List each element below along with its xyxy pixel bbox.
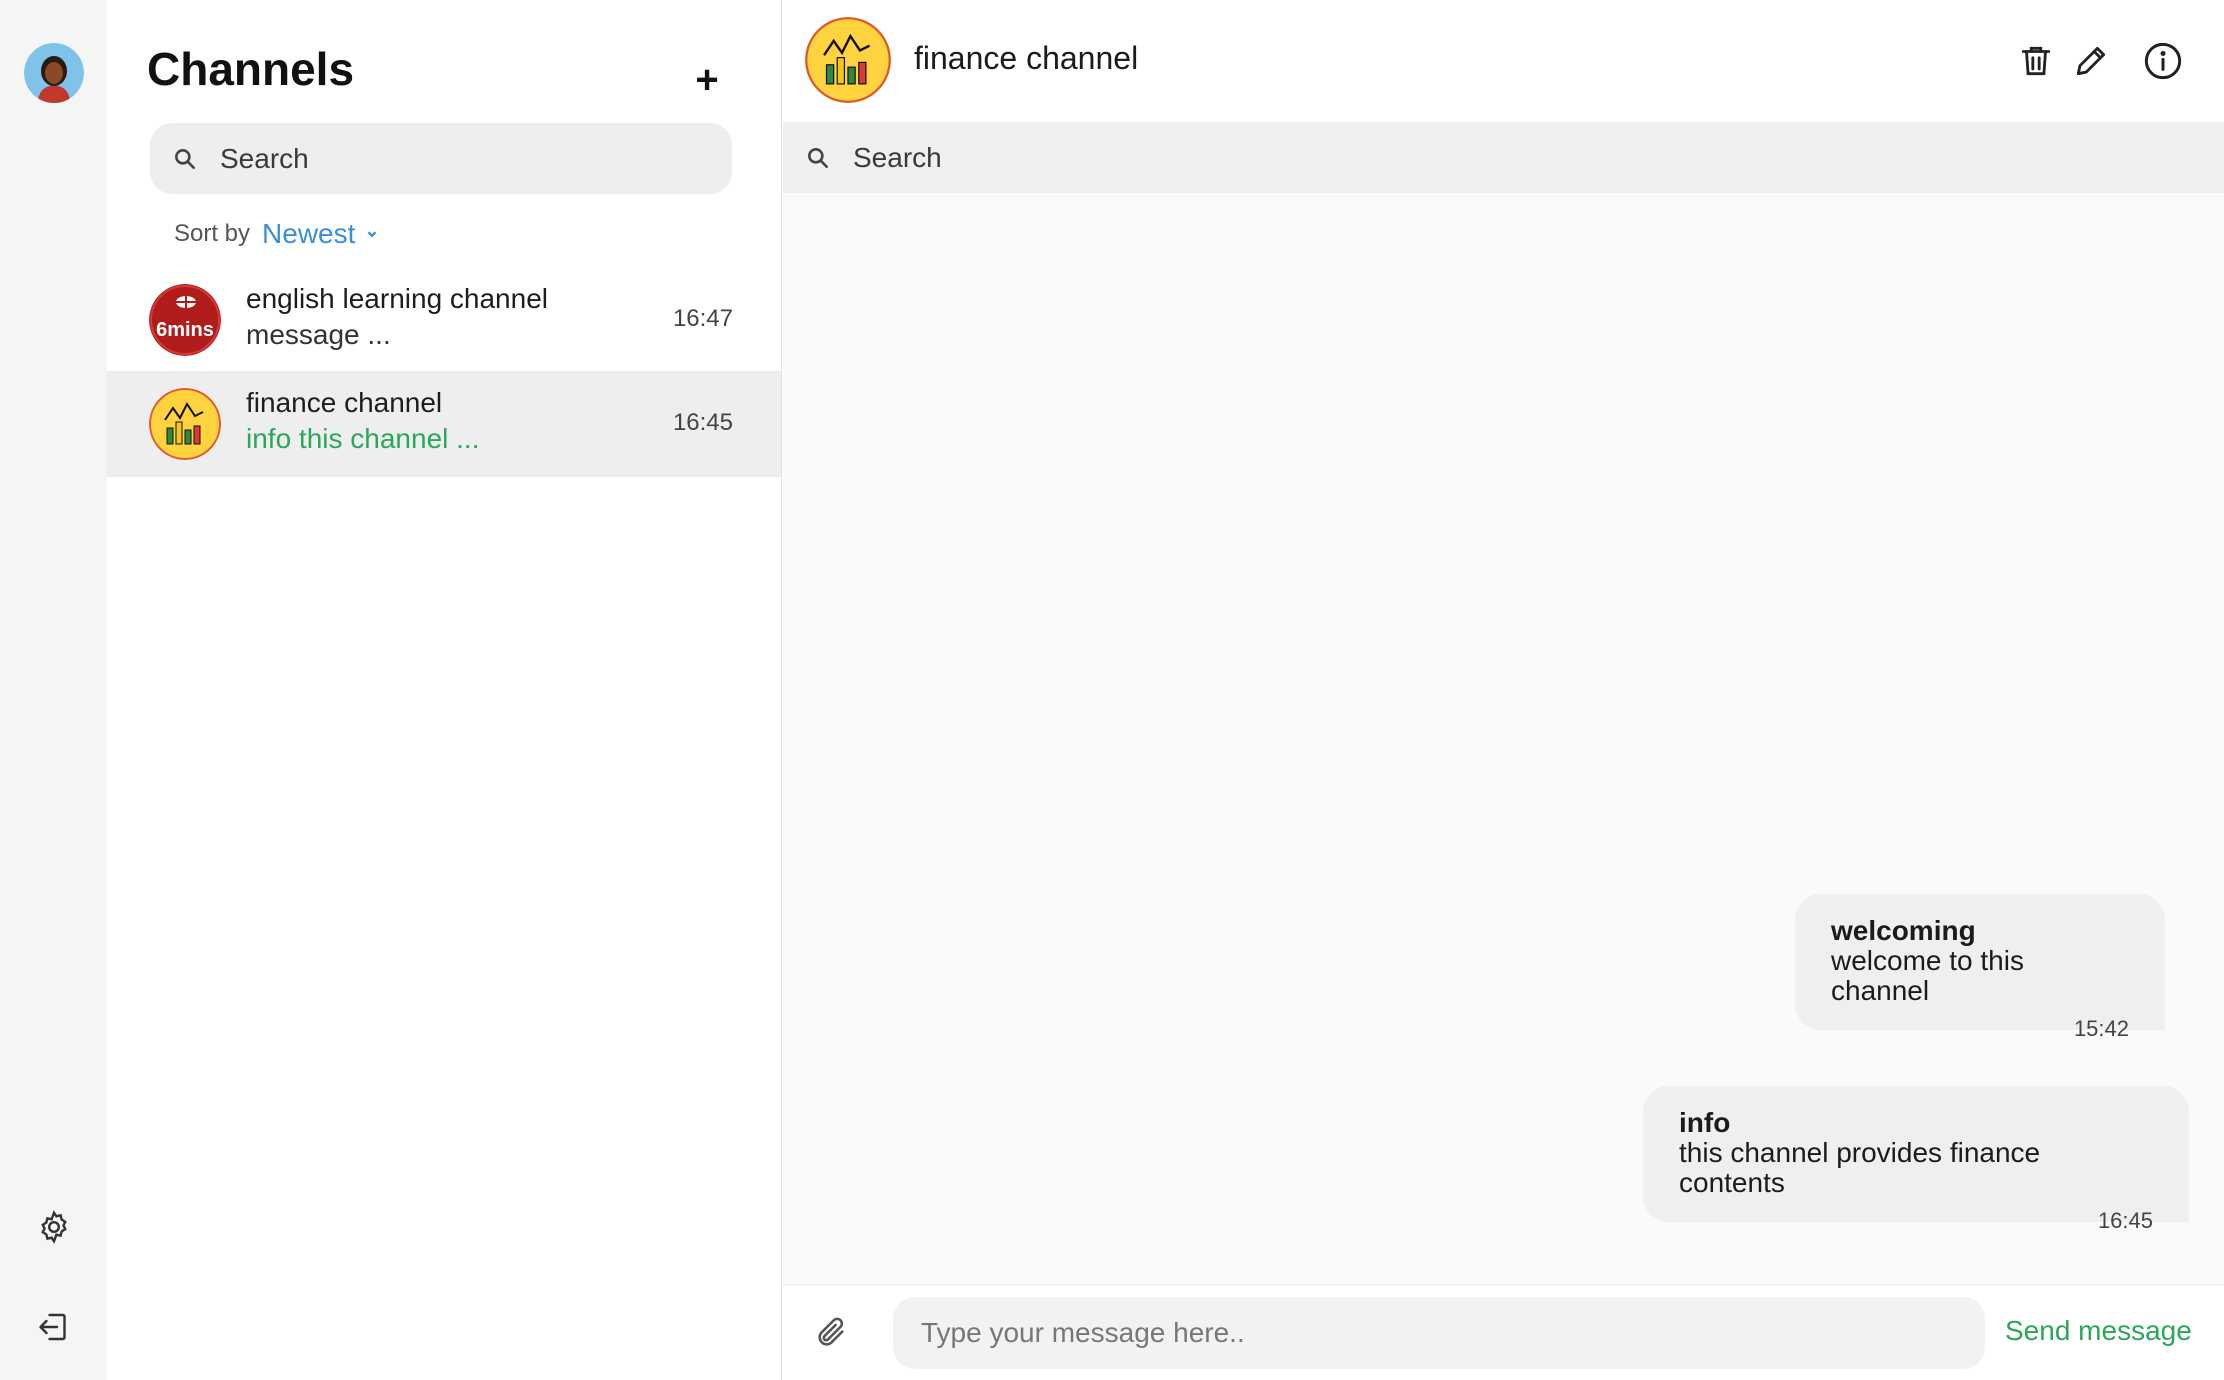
message-composer: Send message xyxy=(783,1284,2224,1380)
sort-value: Newest xyxy=(262,218,356,249)
channel-time: 16:47 xyxy=(672,305,733,332)
edit-icon[interactable] xyxy=(2068,38,2114,84)
user-avatar[interactable] xyxy=(24,43,84,103)
channel-preview: info this channel ... xyxy=(246,423,480,454)
channel-avatar-text: 6mins xyxy=(156,319,214,341)
chat-area: finance channel welcoming welcome to t xyxy=(783,0,2224,1380)
chat-header: finance channel xyxy=(783,0,2224,122)
message-input[interactable] xyxy=(919,1316,1959,1350)
message-text: welcome to this channel xyxy=(1831,945,2024,1006)
search-icon xyxy=(175,148,195,169)
sort-control: Sort by Newest xyxy=(174,218,379,250)
message-title: info xyxy=(1679,1107,1731,1138)
message-bubble: info this channel provides finance conte… xyxy=(1643,1086,2189,1233)
channel-preview: message ... xyxy=(246,319,391,350)
message-time: 16:45 xyxy=(2097,1208,2153,1233)
message-bubble: welcoming welcome to this channel 15:42 xyxy=(1795,894,2165,1041)
channels-panel: Channels + Sort by Newest 6mins english … xyxy=(107,0,782,1380)
channel-name: english learning channel xyxy=(246,283,548,314)
chat-search xyxy=(783,122,2224,193)
message-time: 15:42 xyxy=(2073,1016,2129,1041)
search-icon xyxy=(808,147,828,168)
channel-avatar xyxy=(149,388,221,460)
info-icon[interactable] xyxy=(2140,38,2186,84)
chat-title: finance channel xyxy=(914,40,1139,76)
channel-item-finance[interactable]: finance channel info this channel ... 16… xyxy=(107,371,781,477)
logout-icon[interactable] xyxy=(33,1306,75,1348)
paperclip-icon[interactable] xyxy=(809,1311,853,1355)
gear-icon[interactable] xyxy=(33,1206,75,1248)
left-rail xyxy=(0,0,107,1380)
message-text: this channel provides finance contents xyxy=(1679,1137,2041,1198)
trash-icon[interactable] xyxy=(2013,38,2059,84)
channel-search-input[interactable] xyxy=(218,141,698,176)
sort-dropdown[interactable]: Newest xyxy=(262,218,379,250)
chat-avatar xyxy=(805,17,891,103)
channel-time: 16:45 xyxy=(672,409,733,436)
channel-search xyxy=(150,123,732,194)
page-title: Channels xyxy=(147,43,355,95)
sort-label: Sort by xyxy=(174,220,251,247)
send-message-button[interactable]: Send message xyxy=(2005,1315,2192,1347)
channel-avatar: 6mins xyxy=(149,284,221,356)
chat-search-input[interactable] xyxy=(851,140,2151,175)
plus-icon: + xyxy=(695,58,719,102)
message-box xyxy=(893,1297,1985,1369)
chevron-down-icon xyxy=(368,231,377,238)
add-channel-button[interactable]: + xyxy=(685,58,729,102)
message-title: welcoming xyxy=(1831,915,1976,946)
channel-name: finance channel xyxy=(246,387,443,418)
channel-item-english-learning[interactable]: 6mins english learning channel message .… xyxy=(107,267,781,373)
